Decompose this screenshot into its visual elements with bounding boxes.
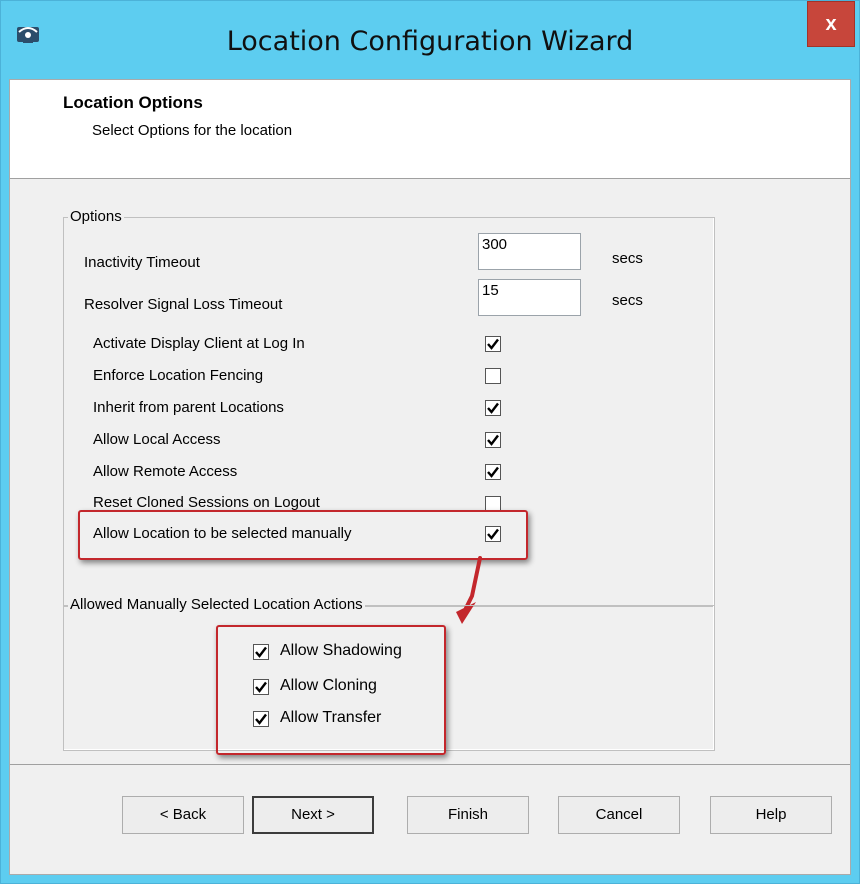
allow-remote-access-label: Allow Remote Access bbox=[93, 463, 238, 480]
activate-display-client-checkbox[interactable] bbox=[485, 336, 501, 352]
allow-transfer-label: Allow Transfer bbox=[280, 709, 382, 726]
activate-display-client-label: Activate Display Client at Log In bbox=[93, 335, 305, 352]
resolver-timeout-unit: secs bbox=[612, 292, 643, 309]
allow-manual-selection-checkbox[interactable] bbox=[485, 526, 501, 542]
wizard-window: Location Configuration Wizard x Location… bbox=[0, 0, 860, 884]
reset-cloned-sessions-label: Reset Cloned Sessions on Logout bbox=[93, 494, 320, 511]
inherit-parent-label: Inherit from parent Locations bbox=[93, 399, 284, 416]
close-button[interactable]: x bbox=[807, 1, 855, 47]
page-title: Location Options bbox=[63, 93, 203, 112]
page-subtitle: Select Options for the location bbox=[92, 122, 293, 139]
inactivity-timeout-input[interactable]: 300 bbox=[478, 233, 581, 270]
options-legend: Options bbox=[68, 208, 124, 225]
inherit-parent-checkbox[interactable] bbox=[485, 400, 501, 416]
footer-divider bbox=[10, 764, 850, 765]
cancel-button[interactable]: Cancel bbox=[558, 796, 680, 834]
window-title: Location Configuration Wizard bbox=[226, 26, 634, 57]
allow-shadowing-checkbox[interactable] bbox=[253, 644, 269, 660]
finish-button[interactable]: Finish bbox=[407, 796, 529, 834]
allow-transfer-checkbox[interactable] bbox=[253, 711, 269, 727]
title-bar[interactable]: Location Configuration Wizard x bbox=[1, 1, 859, 79]
allow-local-access-checkbox[interactable] bbox=[485, 432, 501, 448]
wizard-body: Location Options Select Options for the … bbox=[9, 79, 851, 875]
resolver-timeout-label: Resolver Signal Loss Timeout bbox=[84, 296, 283, 313]
allow-cloning-checkbox[interactable] bbox=[253, 679, 269, 695]
allow-local-access-label: Allow Local Access bbox=[93, 431, 221, 448]
allow-shadowing-label: Allow Shadowing bbox=[280, 642, 402, 659]
inactivity-timeout-label: Inactivity Timeout bbox=[84, 254, 200, 271]
allowed-actions-legend: Allowed Manually Selected Location Actio… bbox=[68, 596, 365, 613]
back-button[interactable]: < Back bbox=[122, 796, 244, 834]
enforce-fencing-checkbox[interactable] bbox=[485, 368, 501, 384]
inactivity-timeout-unit: secs bbox=[612, 250, 643, 267]
allow-cloning-label: Allow Cloning bbox=[280, 677, 377, 694]
resolver-timeout-input[interactable]: 15 bbox=[478, 279, 581, 316]
next-button[interactable]: Next > bbox=[252, 796, 374, 834]
allow-manual-selection-label: Allow Location to be selected manually bbox=[93, 525, 352, 542]
allow-remote-access-checkbox[interactable] bbox=[485, 464, 501, 480]
wizard-header: Location Options Select Options for the … bbox=[10, 80, 850, 179]
help-button[interactable]: Help bbox=[710, 796, 832, 834]
enforce-fencing-label: Enforce Location Fencing bbox=[93, 367, 264, 384]
